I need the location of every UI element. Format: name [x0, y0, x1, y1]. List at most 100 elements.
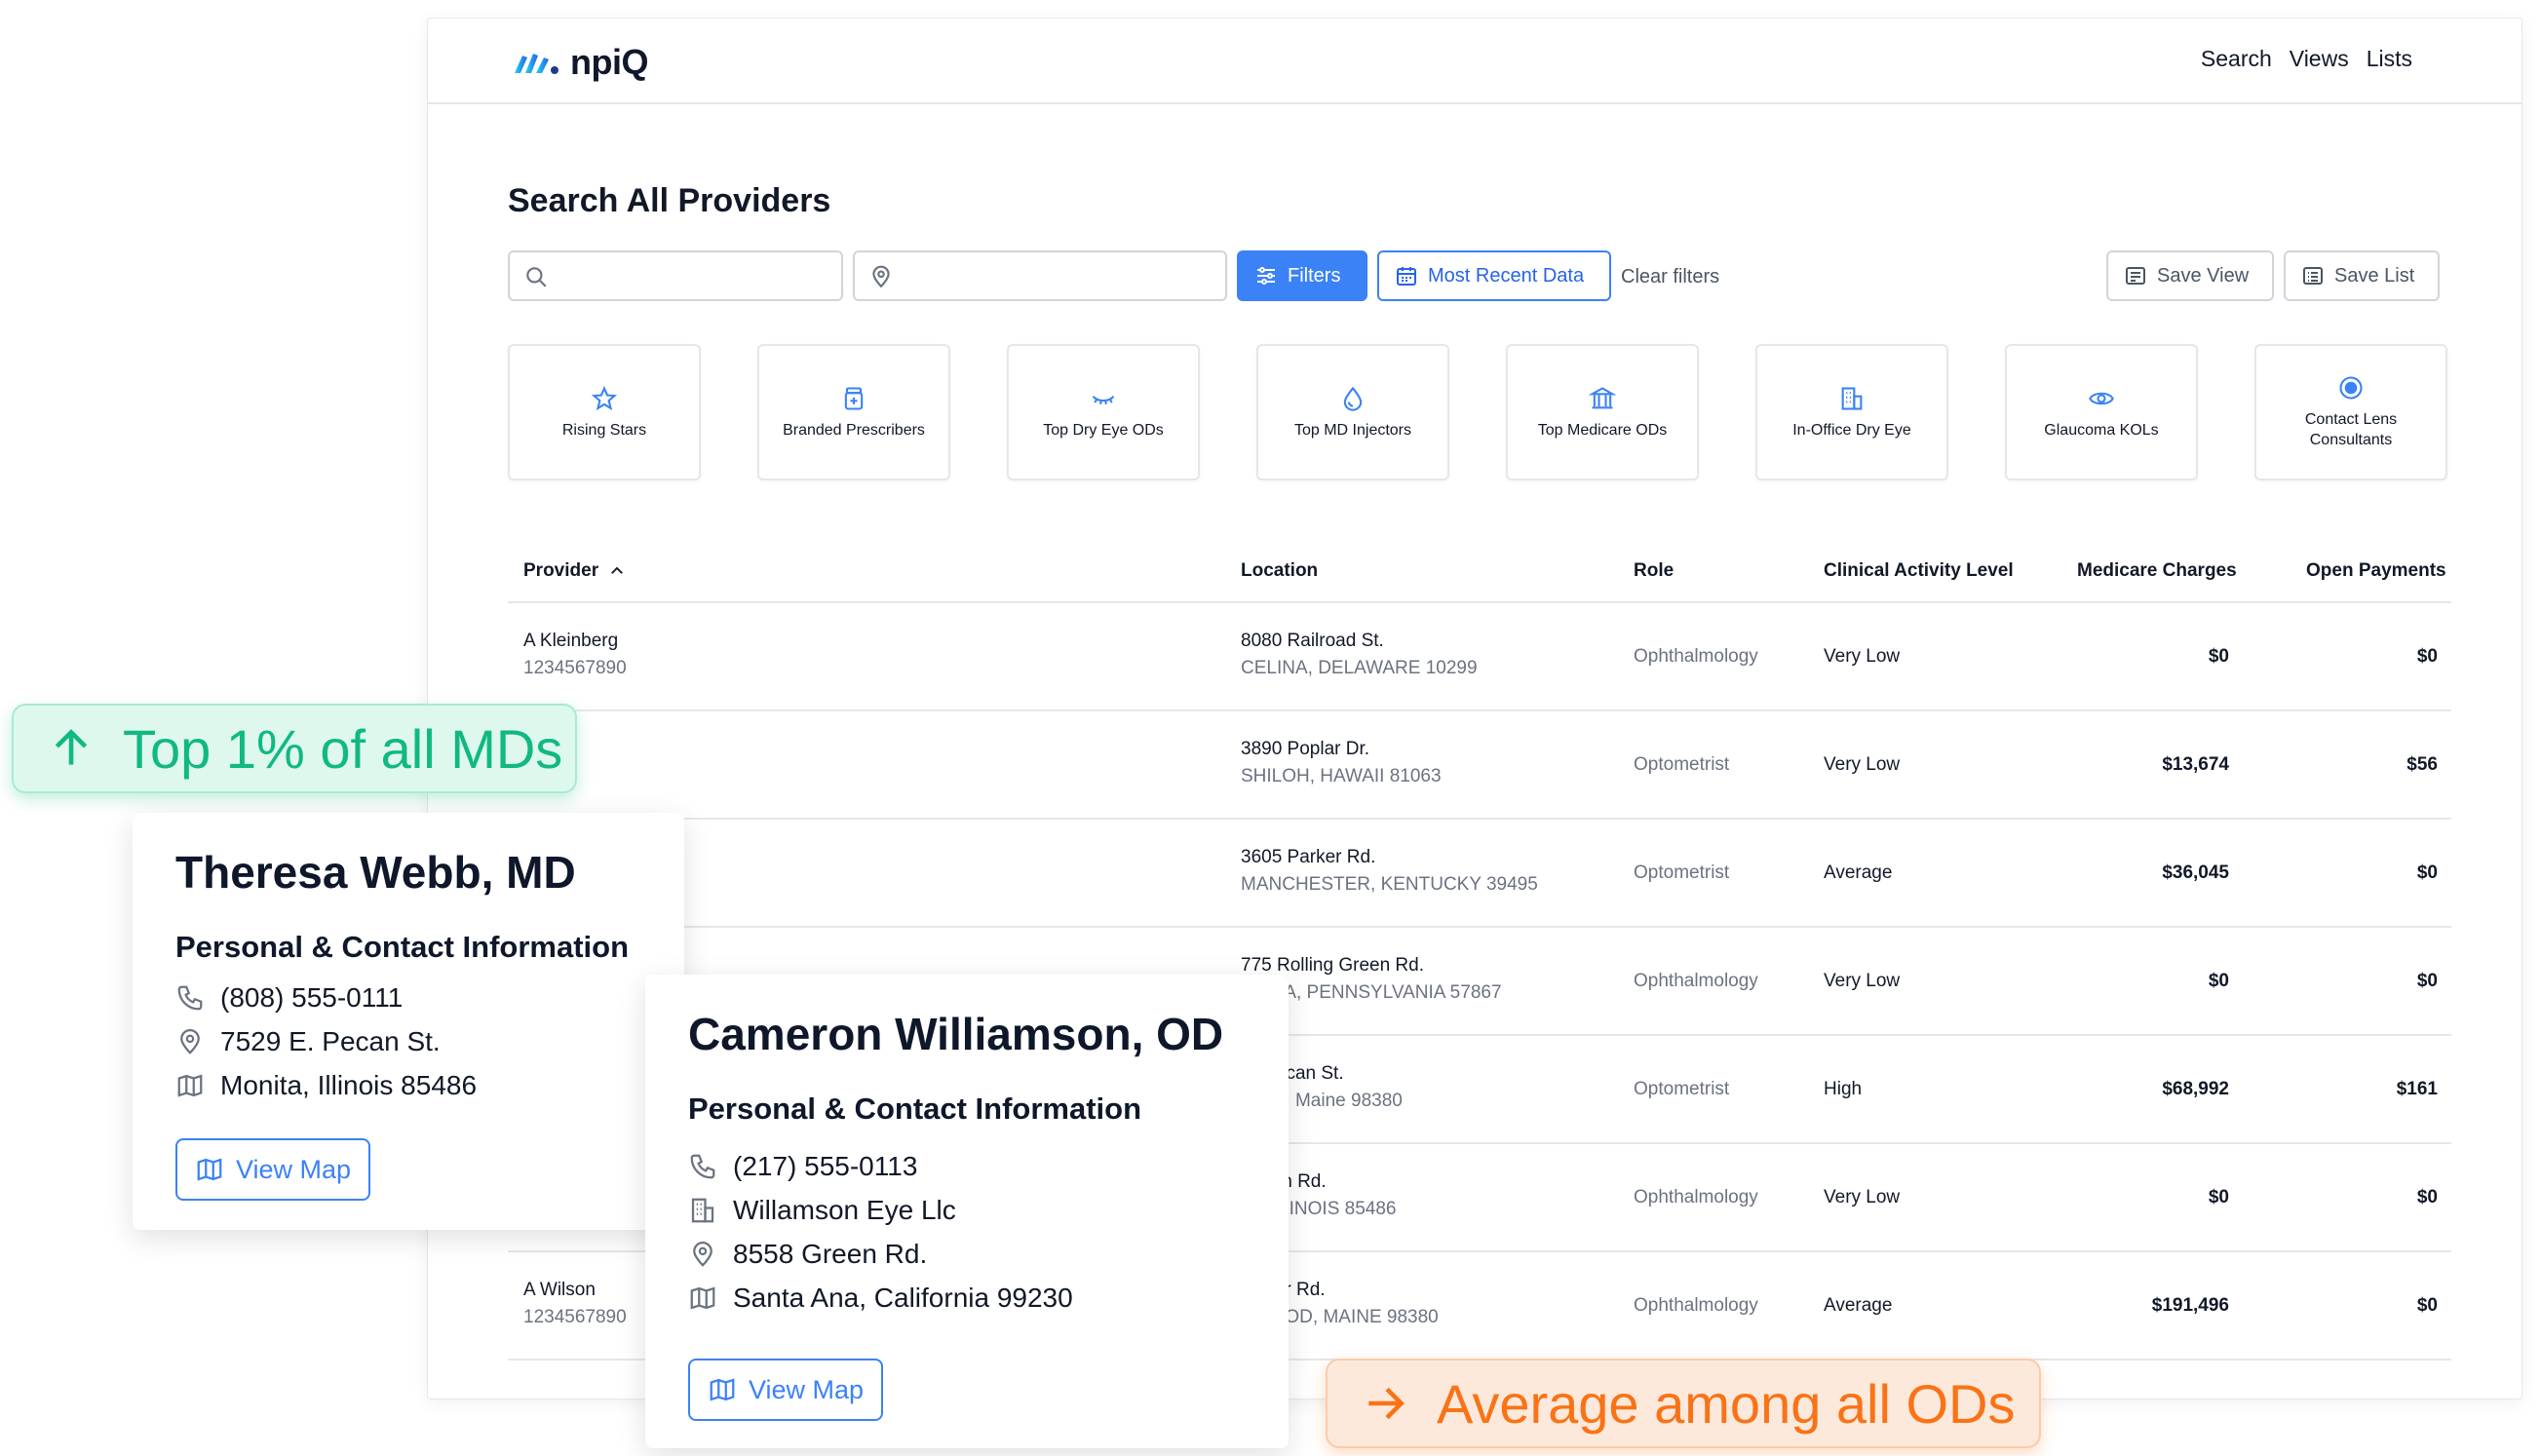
city-state-zip: Santa Ana, California 99230	[733, 1283, 1073, 1313]
phone-line: (217) 555-0113	[688, 1151, 917, 1182]
contact-section-title: Personal & Contact Information	[175, 930, 630, 964]
category-top-dry-eye-ods[interactable]: Top Dry Eye ODs	[1007, 344, 1200, 480]
location-field[interactable]	[853, 250, 1227, 301]
nav-views[interactable]: Views	[2290, 46, 2349, 72]
role-cell: Optometrist	[1634, 754, 1730, 775]
category-in-office-dry-eye[interactable]: In-Office Dry Eye	[1755, 344, 1948, 480]
phone-line: (808) 555-0111	[175, 982, 403, 1014]
search-field[interactable]	[508, 250, 843, 301]
phone-number: (808) 555-0111	[220, 982, 404, 1013]
role-cell: Ophthalmology	[1634, 1295, 1758, 1316]
average-text: Average among all ODs	[1437, 1372, 2016, 1435]
map-icon	[690, 1286, 715, 1310]
category-label: Top MD Injectors	[1293, 421, 1412, 439]
provider-cell: A Kleinberg 1234567890	[523, 631, 627, 679]
provider-name: Theresa Webb, MD	[175, 847, 576, 898]
sliders-icon	[1257, 267, 1275, 285]
table-row[interactable]: A Kleinberg 1234567890 8080 Railroad St. CE…	[508, 603, 2451, 711]
save-view-icon	[2126, 267, 2145, 285]
street-address: 7529 E. Pecan St.	[220, 1026, 441, 1056]
category-label: Glaucoma KOLs	[2044, 421, 2159, 439]
open-payments-cell: $161	[2396, 1079, 2438, 1099]
category-label: Top Medicare ODs	[1537, 421, 1668, 439]
medicine-bottle-icon	[844, 386, 864, 410]
clear-filters-link[interactable]: Clear filters	[1621, 266, 1719, 288]
chevron-up-icon	[611, 566, 624, 574]
location-input[interactable]	[905, 260, 1215, 291]
category-label: In-Office Dry Eye	[1792, 421, 1911, 439]
building-icon	[691, 1198, 714, 1223]
medicare-charges-cell: $191,496	[2151, 1295, 2229, 1316]
nav-search[interactable]: Search	[2201, 46, 2272, 72]
main-nav: Search Views Lists	[2201, 46, 2412, 72]
logo-text: npiQ	[570, 42, 648, 82]
phone-number: (217) 555-0113	[733, 1151, 918, 1181]
location-cell: 3890 Poplar Dr. SHILOH, HAWAII 81063	[1241, 739, 1442, 787]
map-icon	[710, 1378, 735, 1401]
provider-cell: A Wilson 1234567890	[523, 1280, 627, 1328]
medicare-charges-cell: $0	[2208, 1187, 2229, 1207]
location-cell: 8080 Railroad St. CELINA, DELAWARE 10299	[1241, 631, 1478, 679]
page-title: Search All Providers	[508, 182, 831, 219]
city-line: Santa Ana, California 99230	[688, 1283, 1073, 1314]
cal-column-header[interactable]: Clinical Activity Level	[1824, 560, 2014, 582]
logo-mark-icon	[515, 54, 558, 74]
table-header: Provider Location Role Clinical Activity…	[508, 541, 2451, 603]
address-line: 7529 E. Pecan St.	[175, 1026, 441, 1057]
clinical-activity-cell: Very Low	[1824, 971, 1901, 991]
top-percent-badge: Top 1% of all MDs	[12, 704, 577, 793]
street-address: 775 Rolling Green Rd.	[1241, 955, 1424, 976]
charges-column-header[interactable]: Medicare Charges	[2077, 560, 2237, 582]
category-label: Contact Lens Consultants	[2304, 411, 2398, 448]
calendar-icon	[1397, 267, 1416, 286]
view-map-button[interactable]: View Map	[688, 1359, 884, 1421]
street-address: 3890 Poplar Dr.	[1241, 739, 1370, 759]
lens-icon	[2339, 376, 2363, 400]
filters-button[interactable]: Filters	[1237, 250, 1367, 301]
contact-section-title: Personal & Contact Information	[688, 1092, 1142, 1126]
provider-name[interactable]: A Wilson	[523, 1280, 627, 1301]
phone-icon	[177, 985, 203, 1011]
provider-header-label: Provider	[523, 560, 599, 581]
category-glaucoma-kols[interactable]: Glaucoma KOLs	[2005, 344, 2198, 480]
role-cell: Ophthalmology	[1634, 646, 1758, 667]
table-row[interactable]: zer678903890 Poplar Dr.SHILOH, HAWAII 81…	[508, 711, 2451, 820]
nav-lists[interactable]: Lists	[2367, 46, 2412, 72]
star-icon	[591, 385, 618, 410]
npiq-logo[interactable]: npiQ	[512, 42, 648, 83]
practice-line: Willamson Eye Llc	[688, 1195, 956, 1226]
role-column-header[interactable]: Role	[1634, 560, 1674, 582]
map-icon	[197, 1158, 222, 1181]
category-branded-prescribers[interactable]: Branded Prescribers	[757, 344, 950, 480]
category-label: Top Dry Eye ODs	[1043, 421, 1164, 439]
table-row[interactable]: 3605 Parker Rd. MANCHESTER, KENTUCKY 3949…	[508, 820, 2451, 928]
most-recent-data-button[interactable]: Most Recent Data	[1377, 250, 1611, 301]
view-map-button[interactable]: View Map	[175, 1138, 371, 1201]
provider-name[interactable]: A Kleinberg	[523, 631, 627, 652]
location-column-header[interactable]: Location	[1241, 560, 1318, 582]
open-payments-cell: $0	[2416, 971, 2438, 991]
location-pin-icon	[872, 265, 890, 288]
payments-column-header[interactable]: Open Payments	[2306, 560, 2446, 582]
phone-icon	[690, 1154, 715, 1179]
save-view-button[interactable]: Save View	[2106, 250, 2274, 301]
role-cell: Ophthalmology	[1634, 971, 1758, 991]
category-top-medicare-ods[interactable]: Top Medicare ODs	[1506, 344, 1699, 480]
most-recent-data-label: Most Recent Data	[1428, 264, 1585, 287]
category-top-md-injectors[interactable]: Top MD Injectors	[1256, 344, 1449, 480]
search-input[interactable]	[560, 260, 831, 291]
arrow-up-icon	[55, 729, 88, 765]
save-list-button[interactable]: Save List	[2284, 250, 2440, 301]
category-rising-stars[interactable]: Rising Stars	[508, 344, 701, 480]
category-contact-lens-consultants[interactable]: Contact Lens Consultants	[2254, 344, 2447, 480]
provider-card-cameron-williamson: Cameron Williamson, OD Personal & Contac…	[645, 975, 1289, 1448]
medicare-charges-cell: $0	[2208, 971, 2229, 991]
provider-card-theresa-webb: Theresa Webb, MD Personal & Contact Info…	[133, 813, 684, 1230]
top-percent-text: Top 1% of all MDs	[123, 717, 563, 780]
map-icon	[177, 1074, 203, 1097]
provider-column-header[interactable]: Provider	[523, 560, 626, 582]
clinical-activity-cell: Very Low	[1824, 754, 1901, 775]
medicare-charges-cell: $36,045	[2162, 862, 2229, 883]
clinical-activity-cell: Very Low	[1824, 1187, 1901, 1207]
open-payments-cell: $56	[2406, 754, 2438, 775]
